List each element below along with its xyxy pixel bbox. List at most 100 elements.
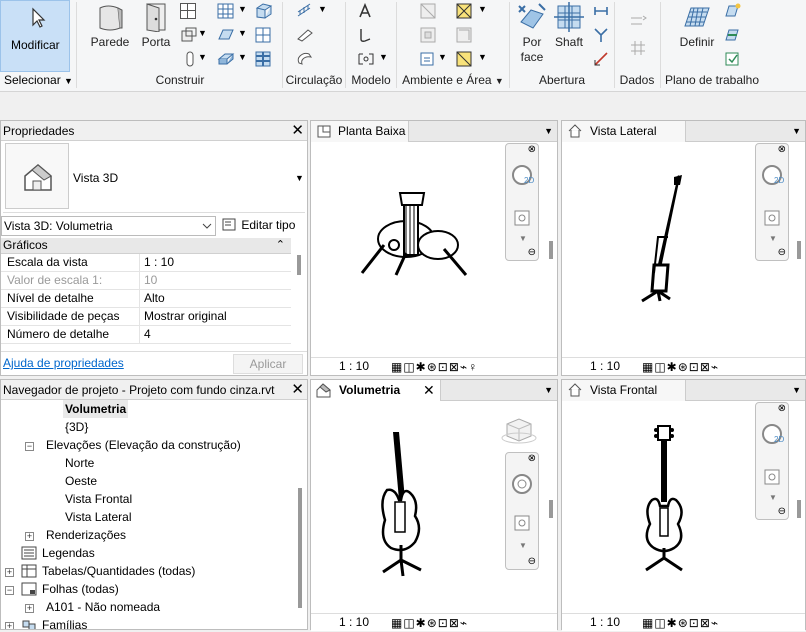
grid-icon[interactable] (630, 40, 646, 56)
expand-icon[interactable]: + (5, 568, 14, 577)
collapse-icon[interactable]: ⌃ (276, 238, 285, 253)
tag-area-icon[interactable] (456, 51, 472, 67)
chevron-down-icon[interactable]: ⊖ (778, 506, 786, 517)
chevron-down-icon[interactable]: ▼ (544, 121, 553, 142)
view-scale[interactable]: 1 : 10 (339, 358, 369, 375)
close-icon[interactable]: ⊗ (778, 403, 786, 414)
steering-wheel-icon[interactable]: 2D (761, 164, 785, 188)
chevron-down-icon[interactable]: ▼ (769, 493, 777, 502)
stair-icon[interactable] (296, 51, 313, 67)
chevron-down-icon[interactable]: ▼ (519, 541, 527, 550)
properties-scrollbar[interactable] (297, 255, 301, 275)
shaft-button[interactable]: Shaft (552, 2, 586, 50)
expand-icon[interactable]: + (25, 532, 34, 541)
instance-select[interactable]: Vista 3D: Volumetria (1, 216, 216, 236)
tree-item-tabelas[interactable]: Tabelas/Quantidades (todas) (42, 562, 195, 580)
close-icon[interactable]: ✕ (291, 121, 304, 141)
view-tab-front[interactable]: Vista Frontal ▼ (562, 380, 805, 401)
tree-item-norte[interactable]: Norte (65, 454, 94, 472)
close-icon[interactable]: ✕ (291, 380, 304, 400)
steering-wheel-icon[interactable]: 2D (511, 164, 535, 188)
navigation-bar[interactable]: ⊗ 2D ▼ ⊖ (755, 402, 789, 520)
property-value[interactable]: 4 (144, 326, 151, 343)
room-separator-icon[interactable] (420, 27, 436, 43)
chevron-down-icon[interactable]: ▼ (792, 380, 801, 401)
navigation-bar[interactable]: ⊗ ▼ ⊖ (505, 452, 539, 570)
view-tab-volumetria[interactable]: Volumetria ✕ ▼ (311, 380, 557, 401)
zoom-icon[interactable] (764, 469, 784, 489)
roof-grid-icon[interactable] (217, 3, 234, 19)
by-face-button[interactable]: Por face (514, 2, 550, 65)
ref-plane-icon[interactable] (724, 27, 740, 43)
view-tab-side[interactable]: Vista Lateral ▼ (562, 121, 805, 142)
browser-scrollbar[interactable] (298, 488, 302, 608)
tree-item-oeste[interactable]: Oeste (65, 472, 97, 490)
set-workplane-button[interactable]: Definir (674, 2, 720, 50)
property-row[interactable]: Escala da vista 1 : 10 (1, 254, 291, 272)
tree-item-familias[interactable]: Famílias (42, 616, 87, 629)
column-icon[interactable] (182, 51, 198, 67)
steering-wheel-icon[interactable]: 2D (761, 423, 785, 447)
steering-wheel-icon[interactable] (511, 473, 535, 497)
edit-type-button[interactable]: Editar tipo (222, 216, 295, 236)
view-plan[interactable]: Planta Baixa ▼ ⊗ 2D ▼ ⊖ 1 : 10 ▦◫✱⊛⊡⊠⌁♀ (310, 120, 558, 376)
door-button[interactable]: Porta (138, 2, 174, 50)
navigation-bar[interactable]: ⊗ 2D ▼ ⊖ (755, 143, 789, 261)
properties-help-link[interactable]: Ajuda de propriedades (3, 356, 124, 370)
zoom-icon[interactable] (514, 210, 534, 230)
chevron-down-icon[interactable]: ▼ (238, 4, 247, 14)
view-volumetria[interactable]: Volumetria ✕ ▼ ⊗ ▼ ⊖ 1 : 10 ▦◫✱⊛⊡⊠⌁ (310, 379, 558, 632)
expand-icon[interactable]: + (5, 622, 14, 629)
view-side[interactable]: Vista Lateral ▼ ⊗ 2D ▼ ⊖ 1 : 10 ▦◫✱⊛⊡⊠⌁ (561, 120, 806, 376)
ramp-icon[interactable] (296, 27, 313, 43)
level-icon[interactable] (630, 14, 647, 30)
chevron-down-icon[interactable]: ▼ (544, 380, 553, 401)
collapse-icon[interactable]: − (5, 586, 14, 595)
apply-button[interactable]: Aplicar (233, 354, 303, 374)
tree-item-volumetria[interactable]: Volumetria (63, 400, 129, 418)
property-value[interactable]: Mostrar original (144, 308, 227, 325)
tree-item-legendas[interactable]: Legendas (42, 544, 95, 562)
chevron-down-icon[interactable]: ▼ (478, 4, 487, 14)
view-control-icons[interactable]: ▦◫✱⊛⊡⊠⌁ (642, 615, 719, 632)
close-icon[interactable]: ⊗ (528, 144, 536, 155)
section-header-graphics[interactable]: Gráficos ⌃ (1, 238, 291, 254)
tree-item-folhas[interactable]: Folhas (todas) (42, 580, 119, 598)
tree-item-elevations[interactable]: Elevações (Elevação da construção) (46, 436, 241, 454)
window-icon[interactable] (180, 3, 196, 19)
wall-button[interactable]: Parede (88, 2, 132, 50)
chevron-down-icon[interactable]: ▼ (238, 52, 247, 62)
model-group-icon[interactable] (357, 51, 374, 67)
chevron-down-icon[interactable]: ▼ (198, 52, 207, 62)
mullion-icon[interactable] (255, 51, 271, 67)
area-icon[interactable] (456, 3, 472, 19)
collapse-icon[interactable]: − (25, 442, 34, 451)
view-scrollbar[interactable] (797, 241, 801, 259)
close-icon[interactable]: ⊗ (778, 144, 786, 155)
expand-icon[interactable]: + (25, 604, 34, 613)
zoom-icon[interactable] (514, 515, 534, 535)
vertical-opening-icon[interactable] (593, 27, 609, 43)
view-scale[interactable]: 1 : 10 (339, 614, 369, 631)
zoom-icon[interactable] (764, 210, 784, 230)
view-scrollbar[interactable] (549, 500, 553, 518)
close-icon[interactable]: ⊗ (528, 453, 536, 464)
tag-room-icon[interactable] (420, 51, 436, 67)
tree-item-a101[interactable]: A101 - Não nomeada (46, 598, 160, 616)
viewer-icon[interactable] (724, 51, 740, 67)
railing-icon[interactable] (296, 3, 312, 19)
close-icon[interactable]: ✕ (423, 380, 435, 401)
viewcube-icon[interactable] (499, 416, 539, 446)
chevron-down-icon[interactable]: ▼ (519, 234, 527, 243)
view-scrollbar[interactable] (797, 500, 801, 518)
chevron-down-icon[interactable]: ▼ (318, 4, 327, 14)
chevron-down-icon[interactable]: ▼ (295, 173, 304, 183)
chevron-down-icon[interactable]: ▼ (478, 52, 487, 62)
view-scale[interactable]: 1 : 10 (590, 358, 620, 375)
view-front[interactable]: Vista Frontal ▼ ⊗ 2D ▼ ⊖ 1 : 10 ▦◫✱⊛⊡⊠⌁ (561, 379, 806, 632)
view-control-icons[interactable]: ▦◫✱⊛⊡⊠⌁ (391, 615, 468, 632)
tree-item-renderizacoes[interactable]: Renderizações (46, 526, 126, 544)
chevron-down-icon[interactable]: ▼ (438, 52, 447, 62)
tree-item-vista-lateral[interactable]: Vista Lateral (65, 508, 132, 526)
property-row[interactable]: Nível de detalhe Alto (1, 290, 291, 308)
